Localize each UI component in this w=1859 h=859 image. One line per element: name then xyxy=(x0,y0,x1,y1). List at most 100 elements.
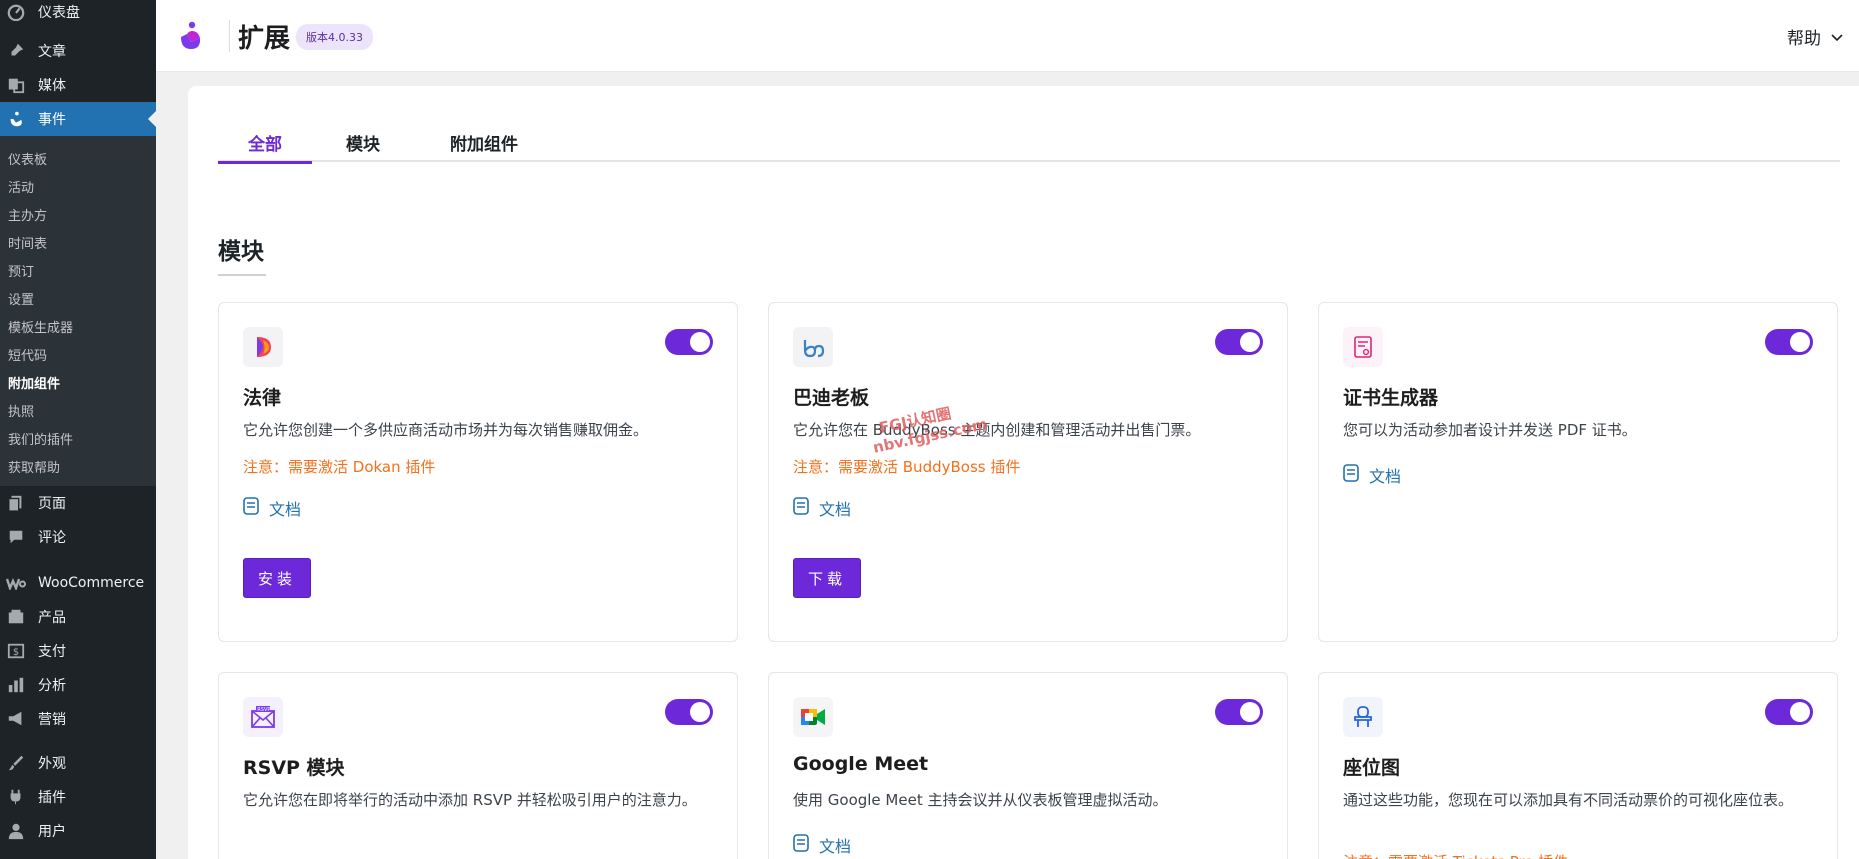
comments-icon xyxy=(6,527,26,547)
menu-label: 文章 xyxy=(38,44,66,60)
document-icon xyxy=(1343,464,1359,486)
module-toggle[interactable] xyxy=(1765,699,1813,725)
doc-label: 文档 xyxy=(819,500,852,519)
submenu-item[interactable]: 设置 xyxy=(0,284,156,312)
submenu-item[interactable]: 主办方 xyxy=(0,200,156,228)
menu-item-posts[interactable]: 文章 xyxy=(0,34,156,68)
menu-item-pages[interactable]: 页面 xyxy=(0,486,156,520)
submenu-item[interactable]: 时间表 xyxy=(0,228,156,256)
menu-label: 外观 xyxy=(38,756,66,772)
card-title: RSVP 模块 xyxy=(243,757,345,779)
page-header: 扩展 版本4.0.33 帮助 xyxy=(156,0,1859,72)
module-toggle[interactable] xyxy=(1215,329,1263,355)
svg-text:$: $ xyxy=(13,647,19,658)
module-card: 证书生成器 您可以为活动参加者设计并发送 PDF 证书。 文档 xyxy=(1318,302,1838,642)
menu-item-media[interactable]: 媒体 xyxy=(0,68,156,102)
menu-item-analytics[interactable]: 分析 xyxy=(0,668,156,702)
module-card: Google Meet 使用 Google Meet 主持会议并从仪表板管理虚拟… xyxy=(768,672,1288,859)
module-toggle[interactable] xyxy=(1215,699,1263,725)
card-title: 法律 xyxy=(243,387,282,409)
doc-label: 文档 xyxy=(269,500,302,519)
module-card: 座位图 通过这些功能，您现在可以添加具有不同活动票价的可视化座位表。 注意：需要… xyxy=(1318,672,1838,859)
filter-tabs: 全部 模块 附加组件 xyxy=(218,130,1840,164)
card-note: 注意：需要激活 Dokan 插件 xyxy=(243,458,436,476)
submenu-item[interactable]: 获取帮助 xyxy=(0,452,156,480)
menu-item-appearance[interactable]: 外观 xyxy=(0,746,156,780)
menu-item-products[interactable]: 产品 xyxy=(0,600,156,634)
menu-label: 页面 xyxy=(38,496,66,512)
marketing-icon xyxy=(6,709,26,729)
payments-icon: $ xyxy=(6,641,26,661)
pages-icon xyxy=(6,493,26,513)
document-icon xyxy=(793,497,809,519)
version-badge: 版本4.0.33 xyxy=(296,24,373,50)
module-toggle[interactable] xyxy=(665,699,713,725)
pin-icon xyxy=(6,41,26,61)
section-title: 模块 xyxy=(218,239,264,265)
submenu-item-addons-current[interactable]: 附加组件 xyxy=(0,368,156,396)
media-icon xyxy=(6,75,26,95)
help-dropdown[interactable]: 帮助 xyxy=(1787,24,1843,49)
menu-label: 分析 xyxy=(38,678,66,694)
seat-map-icon xyxy=(1343,697,1383,737)
doc-link[interactable]: 文档 xyxy=(1343,463,1401,487)
tab-addons[interactable]: 附加组件 xyxy=(420,130,548,162)
module-toggle[interactable] xyxy=(665,329,713,355)
download-button[interactable]: 下载 xyxy=(793,558,861,598)
analytics-icon xyxy=(6,675,26,695)
dashboard-icon xyxy=(6,2,26,22)
menu-item-dashboard[interactable]: 仪表盘 xyxy=(0,0,156,26)
card-title: Google Meet xyxy=(793,753,929,775)
woocommerce-icon xyxy=(6,573,26,593)
submenu-item[interactable]: 我们的插件 xyxy=(0,424,156,452)
doc-link[interactable]: 文档 xyxy=(243,496,301,520)
menu-item-plugins[interactable]: 插件 xyxy=(0,780,156,814)
tab-all[interactable]: 全部 xyxy=(218,130,312,164)
menu-label: 营销 xyxy=(38,712,66,728)
card-description: 您可以为活动参加者设计并发送 PDF 证书。 xyxy=(1343,421,1637,439)
menu-item-comments[interactable]: 评论 xyxy=(0,520,156,554)
appearance-icon xyxy=(6,753,26,773)
menu-label: 评论 xyxy=(38,530,66,546)
module-card: 法律 它允许您创建一个多供应商活动市场并为每次销售赚取佣金。 注意：需要激活 D… xyxy=(218,302,738,642)
certificate-icon xyxy=(1343,327,1383,367)
card-description: 它允许您在即将举行的活动中添加 RSVP 并轻松吸引用户的注意力。 xyxy=(243,791,697,809)
card-title: 座位图 xyxy=(1343,757,1401,779)
section-underline xyxy=(218,274,266,276)
document-icon xyxy=(793,834,809,856)
svg-text:RSVP: RSVP xyxy=(257,707,270,713)
buddyboss-icon xyxy=(793,327,833,367)
doc-label: 文档 xyxy=(1369,467,1402,486)
card-title: 巴迪老板 xyxy=(793,387,870,409)
module-toggle[interactable] xyxy=(1765,329,1813,355)
menu-item-marketing[interactable]: 营销 xyxy=(0,702,156,736)
menu-label: 产品 xyxy=(38,610,66,626)
menu-item-woocommerce[interactable]: WooCommerce xyxy=(0,566,156,600)
doc-link[interactable]: 文档 xyxy=(793,833,851,857)
menu-item-events[interactable]: 事件 xyxy=(0,102,156,136)
help-label: 帮助 xyxy=(1787,29,1821,49)
doc-link[interactable]: 文档 xyxy=(793,496,851,520)
tab-modules[interactable]: 模块 xyxy=(312,130,420,162)
card-note: 注意：需要激活 BuddyBoss 插件 xyxy=(793,458,1021,476)
document-icon xyxy=(243,497,259,519)
menu-label: 支付 xyxy=(38,644,66,660)
submenu-item[interactable]: 执照 xyxy=(0,396,156,424)
eventin-logo-icon xyxy=(178,20,204,52)
submenu-item[interactable]: 模板生成器 xyxy=(0,312,156,340)
card-description: 通过这些功能，您现在可以添加具有不同活动票价的可视化座位表。 xyxy=(1343,791,1794,809)
menu-label: WooCommerce xyxy=(38,575,145,591)
submenu-item[interactable]: 预订 xyxy=(0,256,156,284)
menu-item-users[interactable]: 用户 xyxy=(0,814,156,848)
module-card: 巴迪老板 它允许您在 BuddyBoss 主题内创建和管理活动并出售门票。 注意… xyxy=(768,302,1288,642)
google-meet-icon xyxy=(793,697,833,737)
install-button[interactable]: 安装 xyxy=(243,558,311,598)
submenu-item[interactable]: 短代码 xyxy=(0,340,156,368)
dokan-icon xyxy=(243,327,283,367)
submenu-item[interactable]: 活动 xyxy=(0,172,156,200)
extensions-panel: 全部 模块 附加组件 模块 法律 它允许您创建一个多供应商活动市场并为每次销售赚… xyxy=(188,86,1859,859)
submenu-item[interactable]: 仪表板 xyxy=(0,144,156,172)
menu-item-payments[interactable]: $ 支付 xyxy=(0,634,156,668)
admin-sidebar: 仪表盘 文章 媒体 事件 仪表板 活动 主办方 时间表 预订 设置 模板生成器 … xyxy=(0,0,156,859)
card-description: 它允许您创建一个多供应商活动市场并为每次销售赚取佣金。 xyxy=(243,421,649,439)
